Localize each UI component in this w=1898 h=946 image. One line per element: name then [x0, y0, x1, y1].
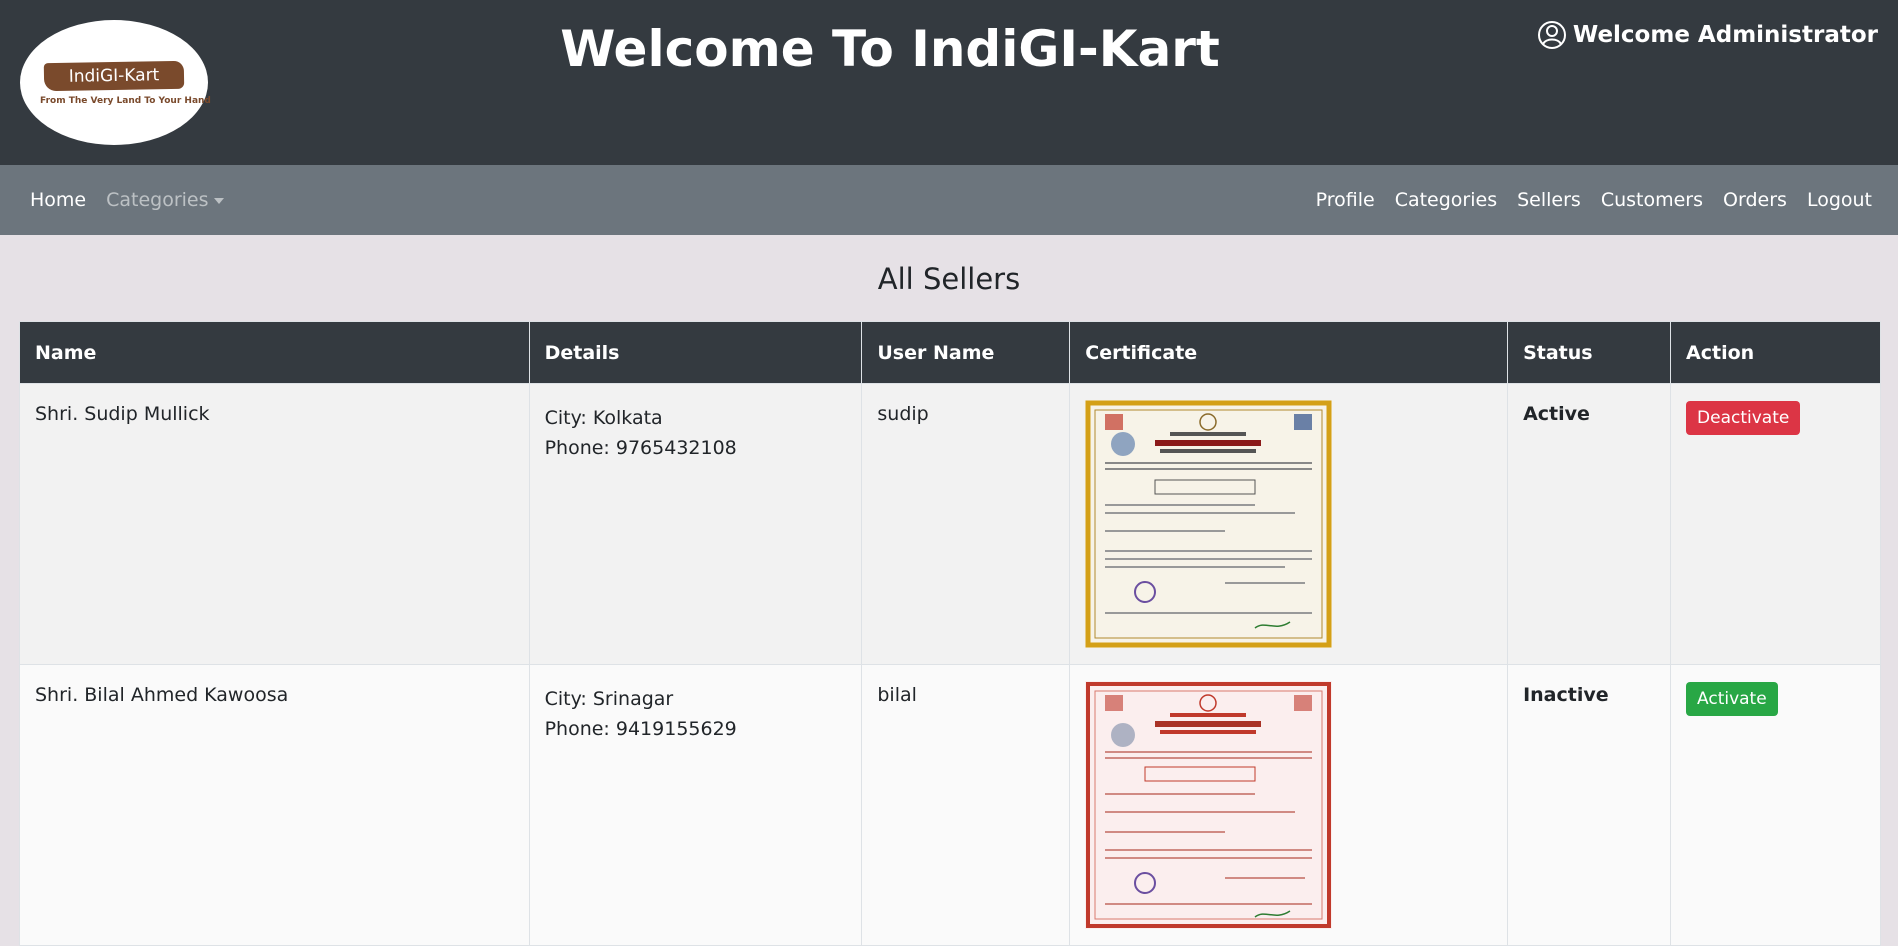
main-navbar: Home Categories Profile Categories Selle…: [0, 165, 1898, 235]
nav-home[interactable]: Home: [30, 189, 86, 211]
nav-profile[interactable]: Profile: [1316, 189, 1375, 211]
seller-details: City: Srinagar Phone: 9419155629: [528, 664, 863, 946]
seller-action: Deactivate: [1670, 383, 1881, 665]
seller-name: Shri. Sudip Mullick: [19, 383, 530, 665]
column-header-username: User Name: [861, 321, 1071, 384]
seller-username: sudip: [861, 383, 1071, 665]
nav-sellers[interactable]: Sellers: [1517, 189, 1581, 211]
user-circle-icon: [1537, 21, 1566, 49]
certificate-image[interactable]: [1085, 400, 1333, 648]
status-badge: Active: [1523, 403, 1590, 425]
caret-down-icon: [213, 197, 224, 204]
site-header: IndiGI-Kart From The Very Land To Your H…: [0, 0, 1898, 165]
seller-name-text: Shri. Sudip Mullick: [35, 403, 210, 425]
seller-action: Activate: [1670, 664, 1881, 946]
nav-orders[interactable]: Orders: [1723, 189, 1787, 211]
column-header-action: Action: [1670, 321, 1881, 384]
seller-name-text: Shri. Bilal Ahmed Kawoosa: [35, 684, 289, 706]
nav-categories[interactable]: Categories: [1395, 189, 1497, 211]
nav-logout[interactable]: Logout: [1807, 189, 1872, 211]
nav-categories-dropdown-label: Categories: [106, 189, 209, 211]
welcome-user-label: Welcome Administrator: [1572, 22, 1878, 48]
column-header-certificate: Certificate: [1069, 321, 1509, 384]
nav-customers[interactable]: Customers: [1601, 189, 1703, 211]
welcome-user[interactable]: Welcome Administrator: [1537, 20, 1878, 50]
sellers-table: Name Details User Name Certificate Statu…: [19, 321, 1881, 946]
table-row: Shri. Bilal Ahmed Kawoosa City: Srinagar…: [19, 664, 1881, 946]
site-title: Welcome To IndiGI-Kart: [560, 20, 1220, 78]
table-header-row: Name Details User Name Certificate Statu…: [19, 321, 1881, 384]
seller-phone: Phone: 9765432108: [544, 437, 737, 459]
navbar-left: Home Categories: [30, 165, 224, 235]
seller-status: Active: [1507, 383, 1672, 665]
seller-username-text: bilal: [877, 684, 917, 706]
seller-status: Inactive: [1507, 664, 1672, 946]
seller-certificate: [1069, 383, 1509, 665]
seller-city: City: Srinagar: [544, 688, 674, 710]
column-header-name: Name: [19, 321, 530, 384]
seller-username: bilal: [861, 664, 1071, 946]
activate-button[interactable]: Activate: [1686, 682, 1778, 716]
column-header-status: Status: [1507, 321, 1672, 384]
seller-name: Shri. Bilal Ahmed Kawoosa: [19, 664, 530, 946]
seller-username-text: sudip: [877, 403, 929, 425]
logo-tagline: From The Very Land To Your Hand: [40, 96, 211, 106]
column-header-details: Details: [528, 321, 863, 384]
seller-details: City: Kolkata Phone: 9765432108: [528, 383, 863, 665]
seller-city: City: Kolkata: [544, 407, 663, 429]
seller-phone: Phone: 9419155629: [544, 718, 737, 740]
navbar-right: Profile Categories Sellers Customers Ord…: [1316, 165, 1872, 235]
status-badge: Inactive: [1523, 684, 1609, 706]
table-row: Shri. Sudip Mullick City: Kolkata Phone:…: [19, 383, 1881, 665]
page-title: All Sellers: [877, 262, 1021, 296]
deactivate-button[interactable]: Deactivate: [1686, 401, 1801, 435]
nav-categories-dropdown[interactable]: Categories: [106, 189, 224, 211]
seller-certificate: [1069, 664, 1509, 946]
certificate-image[interactable]: [1085, 681, 1333, 929]
